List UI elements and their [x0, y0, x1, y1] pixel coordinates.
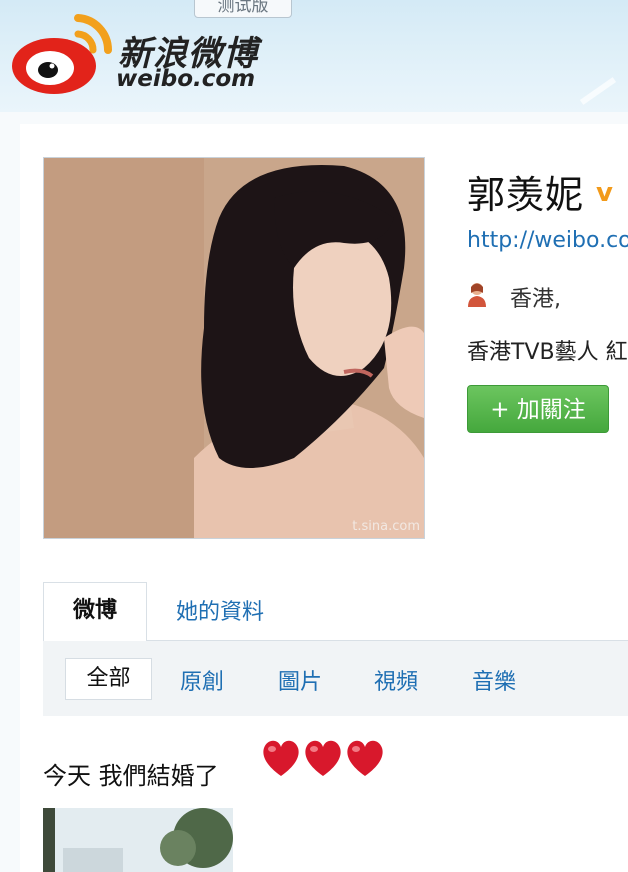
follow-button[interactable]: + 加關注 [467, 385, 609, 433]
filter-music[interactable]: 音樂 [472, 664, 516, 696]
heart-icon [263, 740, 299, 776]
post-image-thumbnail[interactable] [43, 808, 233, 872]
avatar-watermark: t.sina.com [352, 519, 420, 534]
weibo-logo-icon[interactable] [8, 12, 112, 96]
filter-all[interactable]: 全部 [65, 658, 152, 700]
avatar[interactable]: t.sina.com [43, 157, 425, 539]
site-header: 测试版 新浪微博 weibo.com [0, 0, 628, 112]
profile-location: 香港, [510, 287, 561, 312]
tab-her-profile[interactable]: 她的資料 [176, 594, 264, 626]
header-decoration [579, 77, 617, 105]
filter-videos[interactable]: 視頻 [374, 664, 418, 696]
female-user-icon [468, 283, 486, 307]
hearts-emoji [263, 740, 383, 776]
profile-url-link[interactable]: http://weibo.co [467, 228, 628, 253]
heart-icon [305, 740, 341, 776]
post-text: 今天 我們結婚了 [43, 762, 219, 790]
heart-icon [347, 740, 383, 776]
avatar-photo [44, 158, 424, 538]
tab-weibo[interactable]: 微博 [43, 582, 147, 641]
beta-tag: 测试版 [194, 0, 292, 18]
filter-original[interactable]: 原創 [180, 664, 224, 696]
profile-name: 郭羡妮 [467, 173, 585, 217]
profile-bio: 香港TVB藝人 紅 [467, 340, 628, 365]
verified-icon: v [596, 178, 613, 208]
filter-pictures[interactable]: 圖片 [278, 664, 322, 696]
logo-text-en: weibo.com [116, 66, 256, 92]
